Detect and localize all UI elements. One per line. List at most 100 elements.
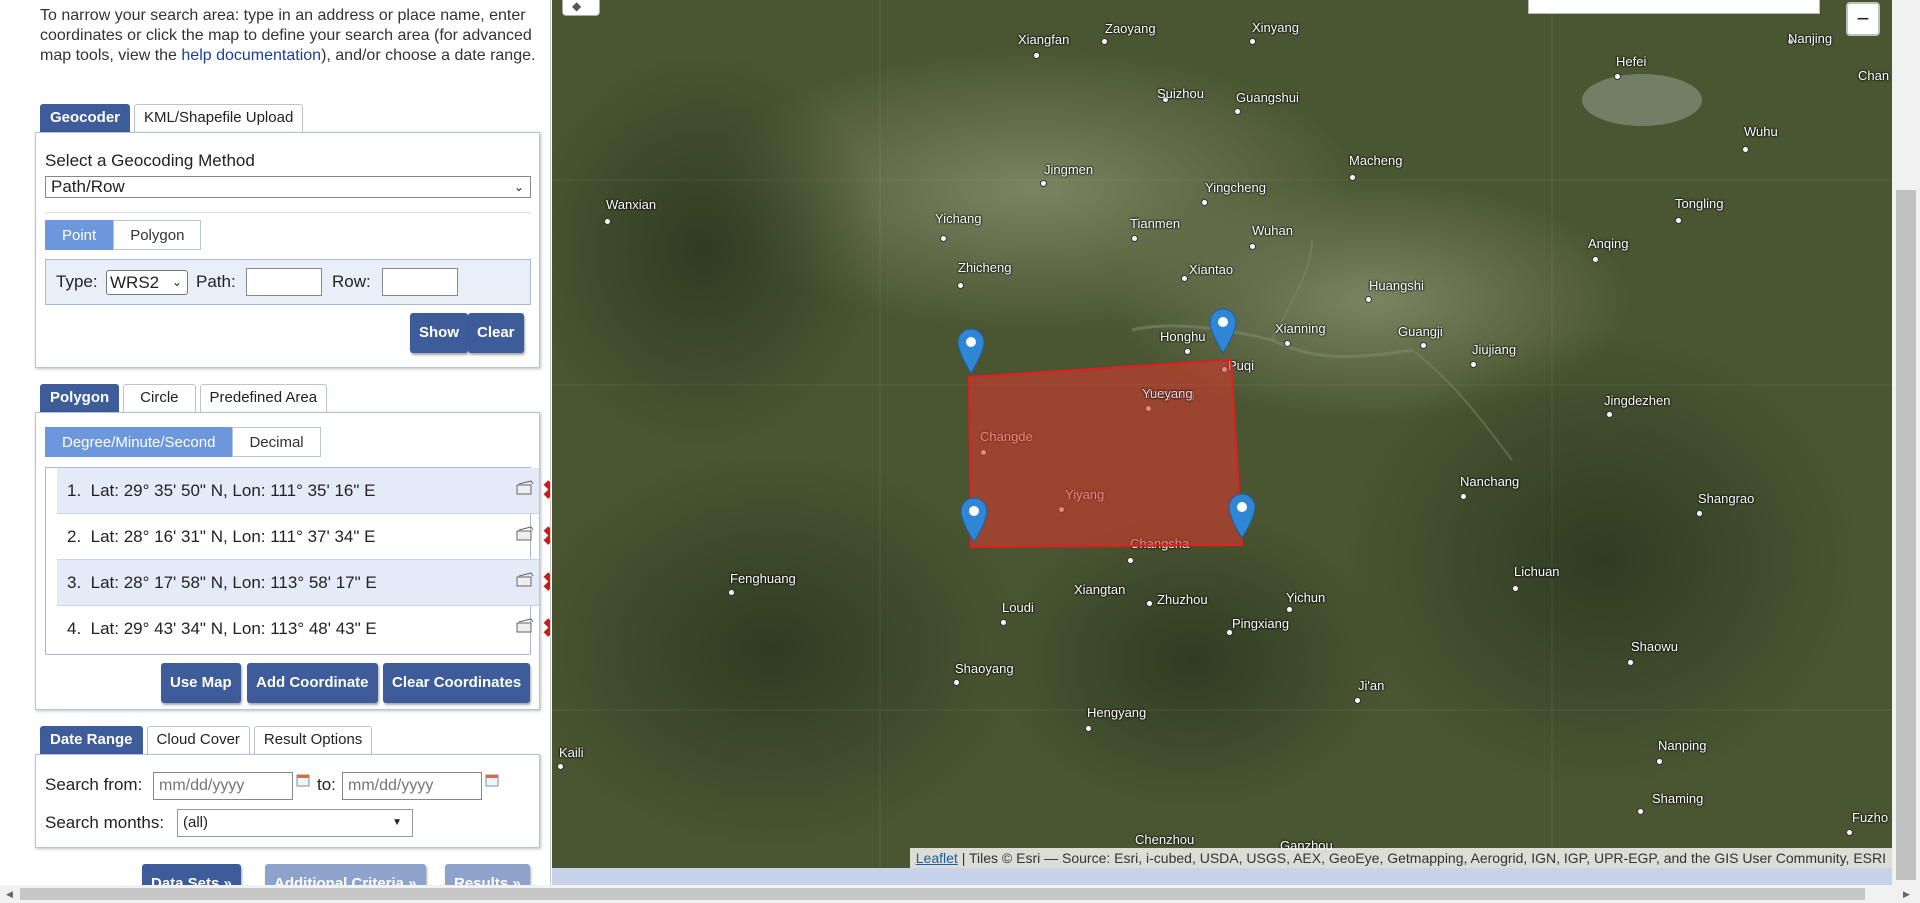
row-input[interactable] <box>382 268 458 296</box>
delete-coordinate-icon[interactable]: ✖ <box>542 606 550 650</box>
show-button[interactable]: Show <box>410 313 468 353</box>
tab-decimal[interactable]: Decimal <box>232 427 321 457</box>
city-dot <box>1145 405 1152 412</box>
coordinates-box: Degree/Minute/Second Decimal 1. Lat: 29°… <box>35 412 550 710</box>
city-dot <box>1675 217 1682 224</box>
tab-date-range[interactable]: Date Range <box>40 726 143 754</box>
chevron-down-icon: ⌄ <box>171 275 182 289</box>
tab-result-options[interactable]: Result Options <box>253 726 373 754</box>
edit-icon[interactable] <box>515 526 535 542</box>
date-range-box: Search from: to: Search months: (all) ▼ <box>35 754 540 848</box>
shape-toggle: Point Polygon <box>45 220 202 250</box>
city-label: Changsha <box>1130 536 1190 551</box>
type-label: Type: <box>56 272 98 291</box>
city-dot <box>1284 340 1291 347</box>
help-documentation-link[interactable]: help documentation <box>181 47 321 64</box>
map-view[interactable]: ◆ − Xiangfan Zaoyang Xinyang Suizhou Gua… <box>552 0 1892 868</box>
city-label: Shaoyang <box>955 661 1014 676</box>
marker-icon[interactable] <box>1208 307 1238 355</box>
city-dot <box>1127 557 1134 564</box>
search-from-input[interactable] <box>153 772 293 800</box>
city-label: Chenzhou <box>1135 832 1195 847</box>
city-dot <box>1696 510 1703 517</box>
city-label: Wuhan <box>1252 223 1293 238</box>
tab-kml-shapefile-upload[interactable]: KML/Shapefile Upload <box>134 104 304 132</box>
tab-degree-minute-second[interactable]: Degree/Minute/Second <box>45 427 233 457</box>
leaflet-link[interactable]: Leaflet <box>916 850 958 866</box>
area-tabs: Polygon Circle Predefined Area <box>40 384 331 412</box>
tab-point[interactable]: Point <box>45 220 114 250</box>
horizontal-scrollbar-thumb[interactable] <box>20 888 1865 900</box>
city-label: Xiangfan <box>1018 32 1070 47</box>
scroll-left-icon[interactable]: ◀ <box>6 889 13 900</box>
coordinate-text: 4. Lat: 29° 43' 34" N, Lon: 113° 48' 43"… <box>67 606 377 652</box>
clear-button[interactable]: Clear <box>468 313 524 353</box>
city-dot <box>957 282 964 289</box>
clear-coordinates-button[interactable]: Clear Coordinates <box>383 663 531 703</box>
city-label: Tianmen <box>1130 216 1181 231</box>
path-row-form: Type: WRS2 ⌄ Path: Row: <box>45 259 531 305</box>
date-tabs: Date Range Cloud Cover Result Options <box>40 726 376 754</box>
tab-predefined-area[interactable]: Predefined Area <box>199 384 328 412</box>
search-to-input[interactable] <box>342 772 482 800</box>
delete-coordinate-icon[interactable]: ✖ <box>542 560 550 604</box>
row-label: Row: <box>332 272 371 291</box>
path-input[interactable] <box>246 268 322 296</box>
marker-icon[interactable] <box>956 327 986 375</box>
calendar-icon[interactable] <box>485 773 499 787</box>
city-dot <box>1470 361 1477 368</box>
layers-control[interactable]: ◆ <box>562 0 600 16</box>
geocoding-method-value: Path/Row <box>51 177 125 196</box>
use-map-button[interactable]: Use Map <box>161 663 241 703</box>
results-button[interactable]: Results » <box>445 864 530 885</box>
city-dot <box>1131 235 1138 242</box>
tab-cloud-cover[interactable]: Cloud Cover <box>146 726 250 754</box>
scroll-right-icon[interactable]: ▶ <box>1903 889 1910 900</box>
city-dot <box>1460 493 1467 500</box>
coordinate-index: 2. <box>67 527 82 546</box>
city-label: Puqi <box>1228 358 1255 373</box>
calendar-icon[interactable] <box>296 773 310 787</box>
tab-polygon[interactable]: Polygon <box>40 384 120 412</box>
city-label: Xinyang <box>1252 20 1299 35</box>
geocoding-method-select[interactable]: Path/Row ⌄ <box>45 176 531 198</box>
city-label: Zhicheng <box>958 260 1012 275</box>
data-sets-button[interactable]: Data Sets » <box>142 864 241 885</box>
additional-criteria-button[interactable]: Additional Criteria » <box>265 864 426 885</box>
edit-icon[interactable] <box>515 480 535 496</box>
add-coordinate-button[interactable]: Add Coordinate <box>247 663 378 703</box>
attribution-text: | Tiles © Esri — Source: Esri, i-cubed, … <box>957 850 1886 866</box>
city-label: Nanjing <box>1788 31 1833 46</box>
zoom-out-button[interactable]: − <box>1846 2 1880 36</box>
tab-geocoder[interactable]: Geocoder <box>40 104 131 132</box>
city-dot <box>1420 342 1427 349</box>
map-search-box[interactable] <box>1528 0 1820 14</box>
marker-icon[interactable] <box>1227 492 1257 540</box>
delete-coordinate-icon[interactable]: ✖ <box>542 514 550 558</box>
edit-icon[interactable] <box>515 572 535 588</box>
city-dot <box>953 679 960 686</box>
tab-circle[interactable]: Circle <box>123 384 196 412</box>
tab-polygon-shape[interactable]: Polygon <box>113 220 202 250</box>
search-from-label: Search from: <box>45 775 143 794</box>
city-label: Yichang <box>935 211 982 226</box>
city-dot <box>728 589 735 596</box>
edit-icon[interactable] <box>515 618 535 634</box>
city-dot <box>1627 659 1634 666</box>
city-dot <box>1201 199 1208 206</box>
wrs-type-select[interactable]: WRS2 ⌄ <box>106 270 188 295</box>
marker-icon[interactable] <box>959 496 989 544</box>
search-months-select[interactable]: (all) ▼ <box>177 809 413 837</box>
city-dot <box>1085 725 1092 732</box>
coordinate-text: 2. Lat: 28° 16' 31" N, Lon: 111° 37' 34"… <box>67 514 375 560</box>
intro-text-after: ), and/or choose a date range. <box>321 47 536 64</box>
coordinate-value: Lat: 29° 35' 50" N, Lon: 111° 35' 16" E <box>90 481 376 500</box>
divider <box>45 212 531 213</box>
coordinate-index: 3. <box>67 573 82 592</box>
city-label: Suizhou <box>1157 86 1204 101</box>
wrs-type-value: WRS2 <box>110 273 160 292</box>
delete-coordinate-icon[interactable]: ✖ <box>542 468 550 512</box>
vertical-scrollbar-thumb[interactable] <box>1896 190 1916 880</box>
city-dot <box>1614 73 1621 80</box>
coordinate-value: Lat: 29° 43' 34" N, Lon: 113° 48' 43" E <box>90 619 377 638</box>
